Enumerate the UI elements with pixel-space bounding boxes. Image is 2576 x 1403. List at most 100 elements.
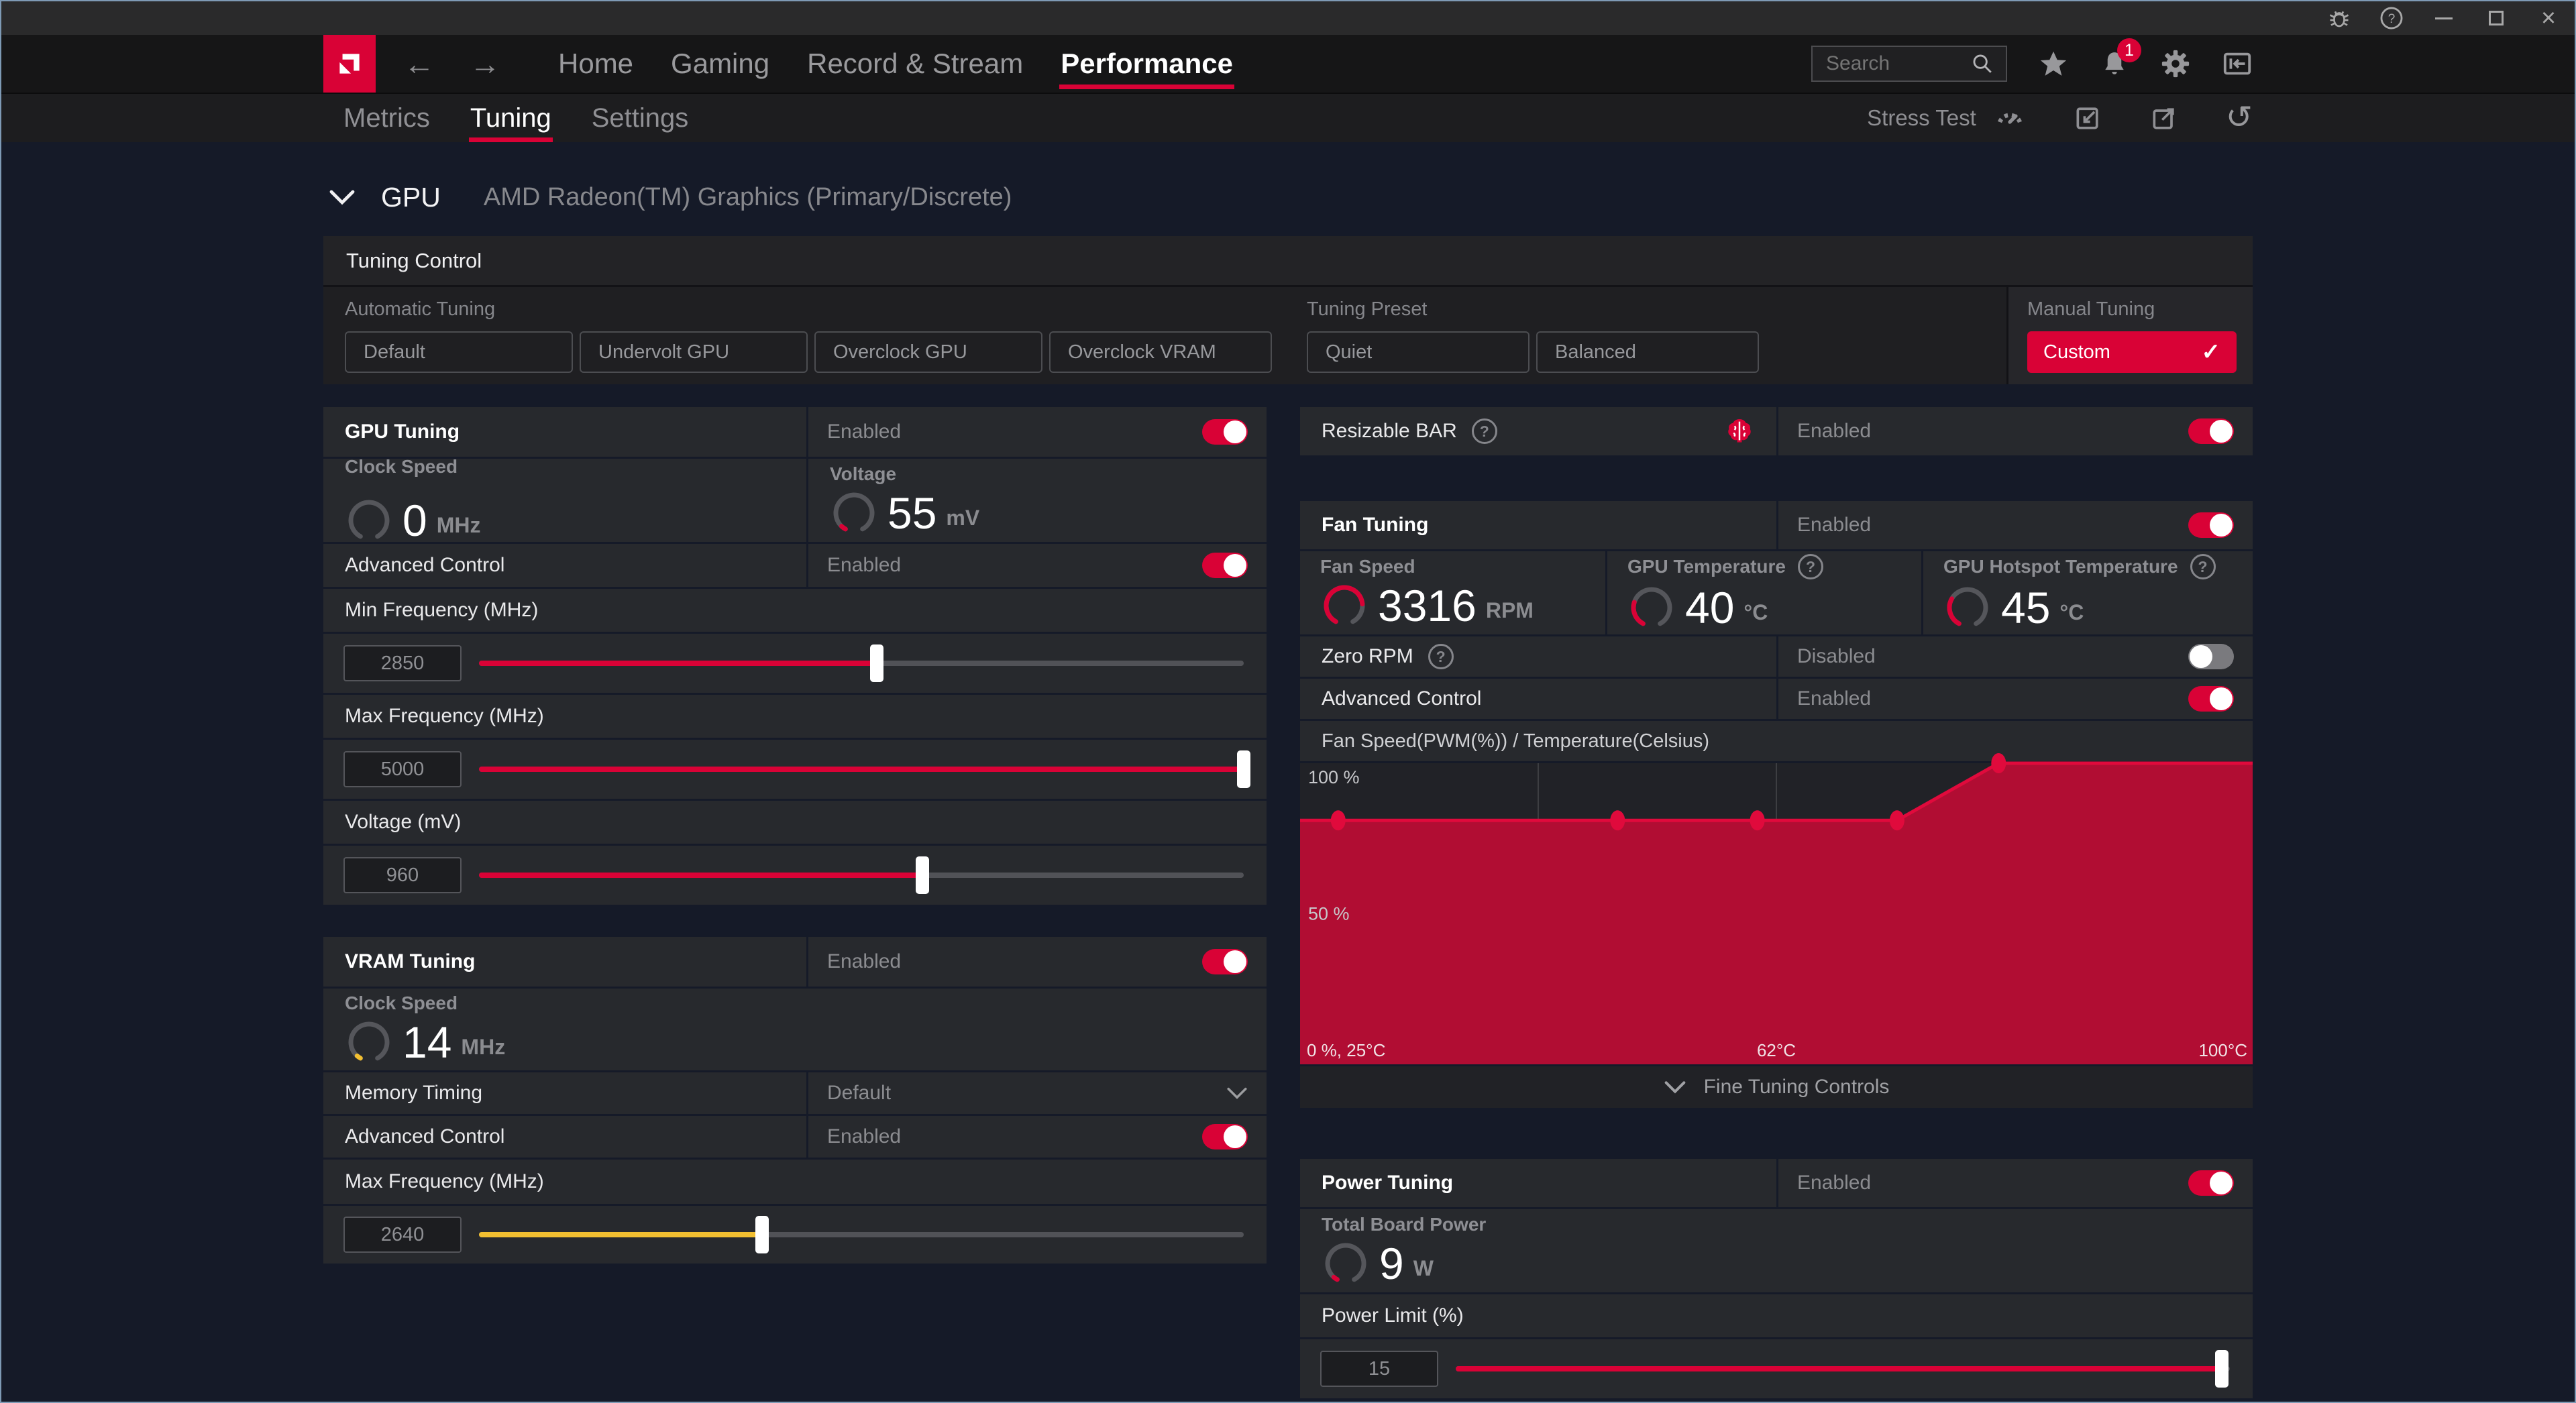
voltage-slider[interactable] (479, 856, 1244, 894)
subnav-tab-metrics[interactable]: Metrics (323, 94, 450, 142)
chevron-down-icon[interactable] (329, 189, 356, 205)
overlay-button[interactable] (2222, 48, 2253, 79)
search-icon (1971, 52, 1994, 75)
gpu-temperature-value: 40 (1685, 585, 1734, 630)
nav-tab-performance[interactable]: Performance (1042, 35, 1252, 93)
maximize-button[interactable] (2470, 1, 2522, 35)
favorites-button[interactable] (2038, 48, 2069, 79)
slider-handle[interactable] (2215, 1350, 2229, 1388)
tuning-control-panel: Tuning Control Automatic Tuning Default … (323, 236, 2253, 384)
bug-icon (2327, 6, 2351, 30)
fan-speed-value: 3316 (1378, 583, 1477, 628)
vram-tuning-toggle[interactable] (1202, 949, 1248, 974)
load-profile-button[interactable] (2073, 103, 2102, 133)
undervolt-gpu-button[interactable]: Undervolt GPU (580, 331, 808, 373)
notification-badge: 1 (2117, 38, 2141, 62)
nav-tab-gaming[interactable]: Gaming (652, 35, 788, 93)
memory-timing-dropdown[interactable]: Default (808, 1072, 1267, 1114)
gpu-temperature-readout: GPU Temperature ? 40 °C (1607, 551, 1921, 634)
slider-handle[interactable] (916, 856, 929, 894)
vram-max-frequency-slider[interactable] (479, 1216, 1244, 1253)
min-frequency-label: Min Frequency (MHz) (345, 599, 538, 622)
svg-text:0 %, 25°C: 0 %, 25°C (1307, 1040, 1385, 1060)
gpu-tuning-status: Enabled (827, 420, 901, 443)
fan-tuning-toggle[interactable] (2188, 512, 2234, 538)
fine-tuning-controls-expander[interactable]: Fine Tuning Controls (1300, 1066, 2253, 1108)
fan-speed-gauge-icon (1320, 581, 1368, 630)
resizable-bar-status: Enabled (1797, 420, 1871, 443)
custom-button[interactable]: Custom ✓ (2027, 331, 2237, 373)
slider-handle[interactable] (870, 644, 883, 682)
fan-tuning-block: Fan Tuning Enabled Fan Speed 3316 (1300, 501, 2253, 1108)
export-profile-button[interactable] (2149, 103, 2179, 133)
subnav-tab-settings[interactable]: Settings (572, 94, 709, 142)
reset-button[interactable]: ↺ (2226, 102, 2253, 134)
power-limit-input[interactable] (1320, 1351, 1438, 1387)
balanced-button[interactable]: Balanced (1536, 331, 1759, 373)
reset-icon: ↺ (2226, 102, 2253, 134)
max-frequency-slider[interactable] (479, 750, 1244, 788)
chevron-down-icon (1664, 1080, 1686, 1094)
gpu-tuning-toggle[interactable] (1202, 419, 1248, 445)
report-bug-button[interactable] (2313, 1, 2365, 35)
forward-icon[interactable]: → (470, 46, 500, 82)
fan-advanced-control-toggle[interactable] (2188, 686, 2234, 712)
slider-handle[interactable] (1237, 750, 1250, 788)
min-frequency-input[interactable] (343, 645, 462, 681)
gear-icon (2160, 48, 2191, 79)
help-icon[interactable]: ? (2190, 554, 2216, 579)
amd-logo[interactable] (323, 35, 376, 93)
gpu-tuning-block: GPU Tuning Enabled Clock Speed 0 (323, 407, 1267, 905)
help-icon[interactable]: ? (1428, 644, 1454, 669)
help-icon[interactable]: ? (1798, 554, 1823, 579)
default-button[interactable]: Default (345, 331, 573, 373)
power-tuning-toggle[interactable] (2188, 1170, 2234, 1196)
app-window: ? × ← → Home Gaming Record & Stream Perf… (0, 0, 2576, 1403)
gpu-hotspot-value: 45 (2001, 585, 2050, 630)
zero-rpm-status: Disabled (1797, 645, 1876, 668)
resizable-bar-toggle[interactable] (2188, 418, 2234, 444)
overclock-vram-button[interactable]: Overclock VRAM (1049, 331, 1272, 373)
quiet-button[interactable]: Quiet (1307, 331, 1529, 373)
search-input[interactable] (1825, 52, 1963, 76)
max-frequency-input[interactable] (343, 751, 462, 787)
manual-tuning-group: Manual Tuning Custom ✓ (2008, 287, 2253, 384)
vram-max-frequency-input[interactable] (343, 1217, 462, 1253)
nav-tab-home[interactable]: Home (539, 35, 652, 93)
clock-speed-label: Clock Speed (345, 456, 458, 478)
voltage-input[interactable] (343, 857, 462, 893)
fan-curve-chart[interactable]: 100 %50 %0 %, 25°C62°C100°C (1300, 763, 2253, 1064)
gpu-temperature-label: GPU Temperature (1627, 556, 1786, 577)
voltage-value: 55 (888, 491, 936, 535)
overclock-gpu-button[interactable]: Overclock GPU (814, 331, 1042, 373)
search-box[interactable] (1811, 46, 2007, 82)
zero-rpm-toggle[interactable] (2188, 644, 2234, 669)
help-icon[interactable]: ? (1472, 418, 1497, 444)
min-frequency-slider[interactable] (479, 644, 1244, 682)
automatic-tuning-group: Automatic Tuning Default Undervolt GPU O… (345, 287, 1272, 384)
subnav-tab-tuning[interactable]: Tuning (450, 94, 572, 142)
svg-text:50 %: 50 % (1308, 904, 1350, 924)
minimize-button[interactable] (2418, 1, 2470, 35)
close-button[interactable]: × (2522, 1, 2575, 35)
slider-handle[interactable] (755, 1216, 769, 1253)
fan-tuning-title: Fan Tuning (1322, 514, 1428, 537)
vram-advanced-control-toggle[interactable] (1202, 1124, 1248, 1149)
help-button[interactable]: ? (2365, 1, 2418, 35)
voltage-gauge-icon (830, 489, 878, 537)
back-icon[interactable]: ← (404, 46, 435, 82)
settings-button[interactable] (2160, 48, 2191, 79)
memory-timing-label: Memory Timing (345, 1082, 482, 1105)
gpu-advanced-control-toggle[interactable] (1202, 553, 1248, 578)
power-limit-slider[interactable] (1456, 1350, 2230, 1388)
gpu-temperature-unit: °C (1743, 600, 1768, 625)
power-limit-row (1300, 1339, 2253, 1398)
nav-tab-record-stream[interactable]: Record & Stream (788, 35, 1042, 93)
star-icon (2038, 48, 2069, 79)
vram-clock-speed-gauge-icon (345, 1018, 393, 1066)
notifications-button[interactable]: 1 (2100, 49, 2129, 78)
stress-test-button[interactable]: Stress Test (1867, 102, 2026, 134)
power-tuning-title: Power Tuning (1322, 1172, 1453, 1194)
overlay-icon (2222, 48, 2253, 79)
vram-tuning-block: VRAM Tuning Enabled Clock Speed 14 (323, 937, 1267, 1264)
